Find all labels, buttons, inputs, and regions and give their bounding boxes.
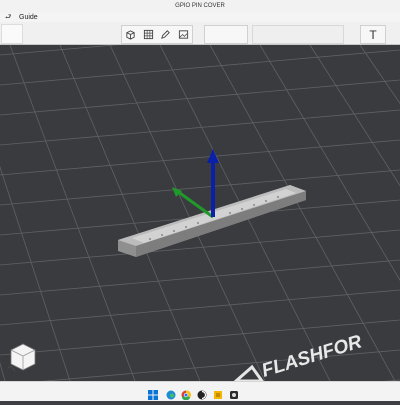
grid-icon[interactable]	[140, 26, 158, 43]
text-tool-button[interactable]: T	[360, 25, 386, 44]
toolbar-left-panel[interactable]	[1, 24, 23, 44]
edge-icon[interactable]	[166, 387, 176, 400]
cube-view-icon[interactable]	[122, 26, 140, 43]
windows-start-icon[interactable]	[148, 387, 158, 400]
toolbar-group-2[interactable]	[204, 25, 248, 44]
view-tools-group	[121, 25, 193, 44]
toolbar: T	[0, 22, 400, 45]
window-titlebar: GPIO PIN COVER	[0, 0, 400, 14]
file-explorer-icon[interactable]	[197, 387, 207, 400]
toolbar-group-3[interactable]	[252, 25, 344, 44]
back-icon[interactable]: ⮐	[5, 13, 11, 22]
text-tool-label: T	[369, 27, 377, 42]
view-cube[interactable]	[6, 340, 40, 374]
guide-menu[interactable]: Guide	[19, 13, 38, 22]
viewport-canvas[interactable]: FLASHFOR	[0, 19, 400, 405]
chrome-icon[interactable]	[181, 387, 191, 401]
build-plate	[0, 45, 400, 381]
window-title: GPIO PIN COVER	[175, 3, 225, 9]
flashprint-icon[interactable]	[213, 387, 223, 399]
edit-shape-icon[interactable]	[157, 26, 175, 43]
image-icon[interactable]	[175, 26, 193, 43]
3d-viewport[interactable]: FLASHFOR	[0, 19, 400, 405]
app-icon[interactable]	[229, 387, 239, 399]
menu-bar: ⮐ Guide	[0, 13, 400, 22]
taskbar	[0, 381, 400, 401]
